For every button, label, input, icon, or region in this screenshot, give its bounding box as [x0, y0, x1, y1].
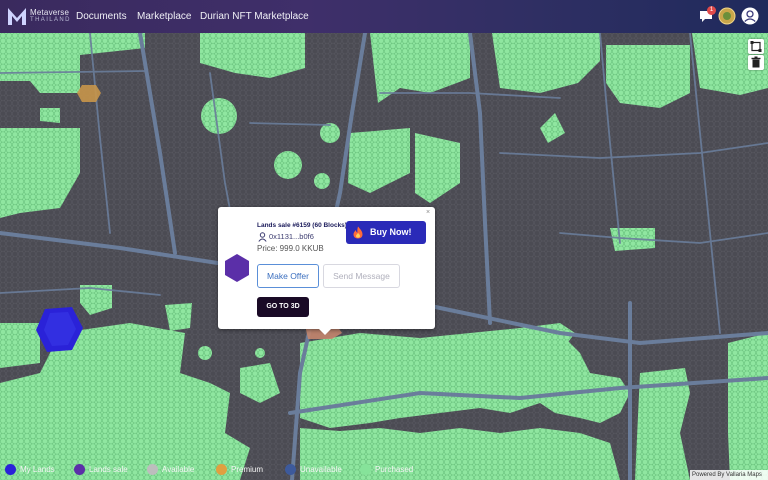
- map-legend: My Lands Lands sale Available Premium Un…: [0, 461, 768, 480]
- nav-marketplace[interactable]: Marketplace: [137, 11, 191, 22]
- nav-documents[interactable]: Documents: [76, 11, 127, 22]
- map-attribution: Powered By Vallaria Maps: [690, 470, 768, 480]
- legend-premium-dot: [216, 464, 227, 475]
- metaverse-logo-icon[interactable]: [7, 6, 27, 26]
- durian-avatar-icon[interactable]: [718, 7, 736, 25]
- draw-tool-button[interactable]: [748, 39, 764, 54]
- owner-address[interactable]: 0x1131...b0f6: [269, 232, 314, 241]
- top-navbar: Metaverse THAILAND Documents Marketplace…: [0, 0, 768, 33]
- make-offer-button[interactable]: Make Offer: [257, 264, 319, 288]
- lands-sale-hex-icon: [225, 254, 249, 282]
- premium-land: [77, 85, 101, 102]
- brand-name: Metaverse: [30, 8, 70, 17]
- popup-pointer: [318, 328, 332, 335]
- draw-square-icon: [750, 41, 762, 52]
- land-price: Price: 999.0 KKUB: [257, 244, 324, 253]
- send-message-button[interactable]: Send Message: [323, 264, 400, 288]
- legend-purchased-label: Purchased: [375, 465, 414, 474]
- legend-my-lands-dot: [5, 464, 16, 475]
- buy-now-label: Buy Now!: [370, 227, 412, 237]
- legend-lands-sale-dot: [74, 464, 85, 475]
- land-title: Lands sale #6159 (60 Blocks): [257, 222, 347, 229]
- owner-icon: [258, 232, 267, 242]
- legend-available-label: Available: [162, 465, 195, 474]
- legend-purchased-dot: [360, 464, 371, 475]
- legend-my-lands-label: My Lands: [20, 465, 55, 474]
- legend-available-dot: [147, 464, 158, 475]
- legend-lands-sale-label: Lands sale: [89, 465, 128, 474]
- legend-unavailable-dot: [285, 464, 296, 475]
- notification-badge: 1: [707, 6, 716, 15]
- brand-subtitle: THAILAND: [30, 17, 71, 23]
- popup-close-button[interactable]: ×: [426, 209, 430, 216]
- land-sale-popup: × Lands sale #6159 (60 Blocks) 0x1131...…: [218, 207, 435, 335]
- trash-button[interactable]: [748, 55, 764, 70]
- buy-now-button[interactable]: Buy Now!: [346, 221, 426, 244]
- nav-durian-nft-marketplace[interactable]: Durian NFT Marketplace: [200, 11, 309, 22]
- legend-premium-label: Premium: [231, 465, 264, 474]
- go-to-3d-button[interactable]: GO TO 3D: [257, 297, 309, 317]
- user-profile-icon[interactable]: [741, 7, 759, 25]
- legend-unavailable-label: Unavailable: [300, 465, 342, 474]
- trash-icon: [751, 56, 761, 68]
- fire-icon: [353, 226, 363, 239]
